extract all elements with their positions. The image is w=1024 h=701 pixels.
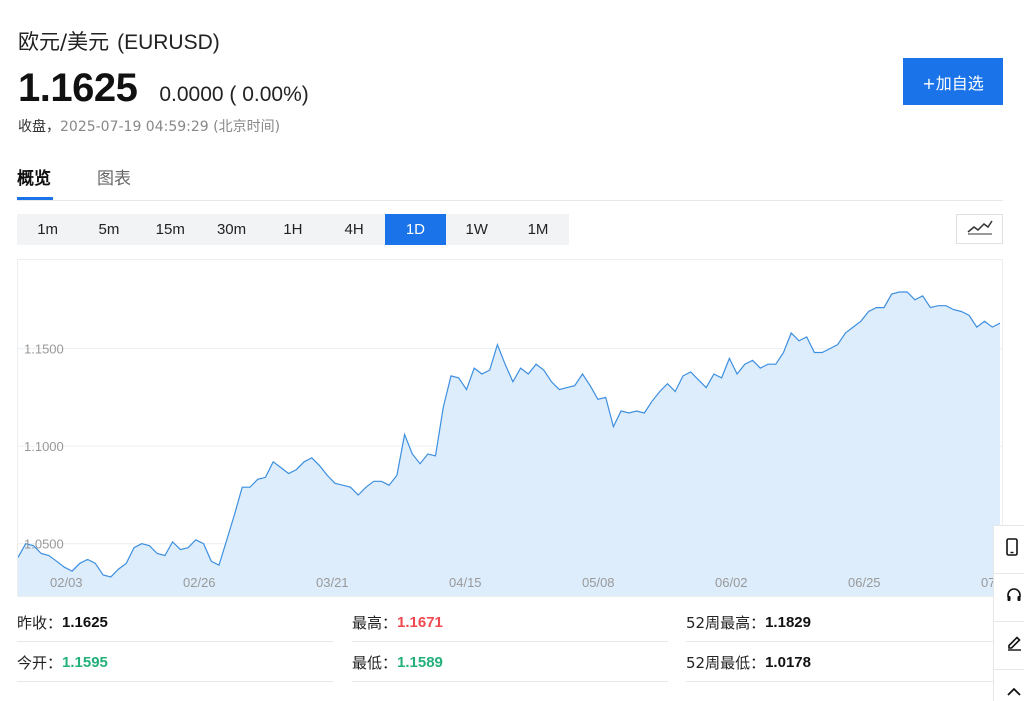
instrument-title: 欧元/美元 (EURUSD) (18, 26, 220, 56)
stat-52w-low: 52周最低： 1.0178 (686, 644, 994, 682)
instrument-name: 欧元/美元 (18, 30, 110, 54)
period-1m[interactable]: 1m (17, 214, 78, 245)
period-1mo[interactable]: 1M (507, 214, 568, 245)
phone-icon (1006, 538, 1018, 561)
status-label: 收盘， (18, 119, 60, 135)
period-1d[interactable]: 1D (384, 214, 447, 245)
y-tick-label: 1.1000 (24, 439, 64, 454)
instrument-code: (EURUSD) (117, 31, 220, 54)
x-tick-label: 04/15 (449, 575, 482, 590)
active-tab-indicator (17, 197, 53, 200)
customer-service-button[interactable] (993, 573, 1024, 621)
tab-chart[interactable]: 图表 (97, 164, 131, 189)
price-row: 1.1625 0.0000 ( 0.00%) (18, 66, 309, 111)
stat-52w-low-value: 1.0178 (765, 654, 811, 671)
tab-bar: 概览 图表 (17, 160, 1003, 201)
status-timezone: (北京时间) (213, 119, 281, 135)
back-to-top-button[interactable] (993, 669, 1024, 701)
stat-open: 今开： 1.1595 (17, 644, 333, 682)
period-1h[interactable]: 1H (262, 214, 323, 245)
price-chart-svg: 1.0500 1.1000 1.1500 02/03 02/26 03/21 04/15 05… (18, 291, 1002, 596)
last-price: 1.1625 (18, 66, 138, 110)
stat-high: 最高： 1.1671 (352, 604, 668, 642)
chevron-up-icon (1006, 685, 1022, 701)
market-status: 收盘，2025-07-19 04:59:29 (北京时间) (18, 116, 280, 136)
x-tick-label: 03/21 (316, 575, 349, 590)
stat-low-label: 最低： (352, 654, 398, 672)
stat-high-label: 最高： (352, 614, 398, 632)
period-1w[interactable]: 1W (446, 214, 507, 245)
price-area-fill (18, 292, 1000, 596)
side-toolbar (993, 525, 1024, 701)
x-tick-label: 02/26 (183, 575, 216, 590)
chart-type-button[interactable] (956, 214, 1003, 244)
period-4h[interactable]: 4H (323, 214, 384, 245)
headset-icon (1006, 587, 1022, 608)
stat-prev-close: 昨收： 1.1625 (17, 604, 333, 642)
stat-low-value: 1.1589 (397, 654, 443, 671)
period-selector: 1m 5m 15m 30m 1H 4H 1D 1W 1M (17, 214, 569, 245)
x-tick-label: 05/08 (582, 575, 615, 590)
stat-low: 最低： 1.1589 (352, 644, 668, 682)
tab-overview[interactable]: 概览 (17, 164, 51, 189)
x-tick-label: 06/25 (848, 575, 881, 590)
stat-prev-close-value: 1.1625 (62, 614, 108, 631)
stat-52w-high-value: 1.1829 (765, 614, 811, 631)
period-15m[interactable]: 15m (140, 214, 201, 245)
mobile-app-button[interactable] (993, 525, 1024, 573)
x-tick-label: 02/03 (50, 575, 83, 590)
period-30m[interactable]: 30m (201, 214, 262, 245)
y-tick-label: 1.0500 (24, 537, 64, 552)
x-tick-label: 06/02 (715, 575, 748, 590)
add-to-watchlist-button[interactable]: +加自选 (903, 58, 1003, 105)
instrument-header: 欧元/美元 (EURUSD) (18, 26, 220, 56)
stat-open-label: 今开： (17, 654, 63, 672)
stat-52w-high: 52周最高： 1.1829 (686, 604, 994, 642)
line-chart-icon (967, 219, 993, 240)
price-change: 0.0000 ( 0.00%) (159, 83, 309, 106)
y-tick-label: 1.1500 (24, 342, 64, 357)
edit-icon (1006, 635, 1022, 656)
stat-open-value: 1.1595 (62, 654, 108, 671)
period-5m[interactable]: 5m (78, 214, 139, 245)
stat-52w-low-label: 52周最低： (686, 654, 766, 672)
status-timestamp: 2025-07-19 04:59:29 (60, 119, 209, 135)
stat-52w-high-label: 52周最高： (686, 614, 766, 632)
stat-prev-close-label: 昨收： (17, 614, 63, 632)
feedback-button[interactable] (993, 621, 1024, 669)
stat-high-value: 1.1671 (397, 614, 443, 631)
price-chart[interactable]: 1.0500 1.1000 1.1500 02/03 02/26 03/21 04/15 05… (17, 259, 1003, 597)
